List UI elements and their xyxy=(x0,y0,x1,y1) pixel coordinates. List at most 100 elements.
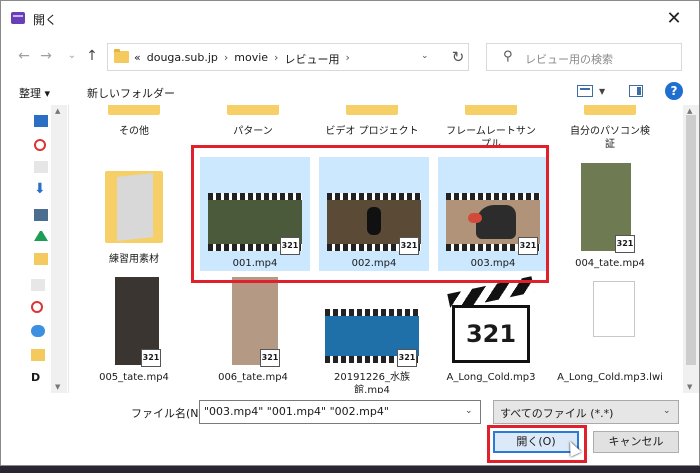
folder-icon[interactable] xyxy=(34,253,48,265)
folder-label: その他 xyxy=(119,126,149,137)
help-icon[interactable]: ? xyxy=(665,82,683,100)
desktop-icon[interactable] xyxy=(34,115,48,127)
scroll-down-icon[interactable]: ▼ xyxy=(687,383,692,391)
folder-label: ビデオ プロジェクト xyxy=(325,126,419,137)
open-button[interactable]: 開く(O) xyxy=(493,431,579,453)
chevron-down-icon[interactable]: ⌄ xyxy=(421,51,435,61)
folder-icon[interactable] xyxy=(31,279,45,291)
bird-silhouette xyxy=(367,207,381,235)
video-item[interactable]: 321 001.mp4 xyxy=(200,157,310,271)
badge-text: 321 xyxy=(519,241,537,250)
recent-locations-icon[interactable]: ⌄ xyxy=(63,45,81,67)
back-arrow-icon[interactable]: ← xyxy=(15,45,33,67)
folder-item[interactable]: パターン xyxy=(198,105,308,145)
folder-preview xyxy=(117,173,153,241)
file-label: 005_tate.mp4 xyxy=(99,372,169,383)
breadcrumb-prefix[interactable]: « xyxy=(134,51,141,67)
folder-item[interactable]: その他 xyxy=(79,105,189,145)
onedrive-icon[interactable] xyxy=(31,325,45,337)
navigation-scrollbar[interactable]: ▲ ▼ xyxy=(51,105,67,393)
chevron-right-icon[interactable]: › xyxy=(224,51,228,67)
badge-text: 321 xyxy=(281,241,299,250)
breadcrumb-item[interactable]: レビュー用 xyxy=(284,51,339,67)
scroll-down-icon[interactable]: ▼ xyxy=(55,383,60,391)
drive-icon[interactable]: D xyxy=(31,371,45,384)
folder-item[interactable]: 自分のパソコン検証 xyxy=(555,105,665,153)
chevron-down-icon[interactable]: ⌄ xyxy=(465,406,473,416)
filmstrip xyxy=(208,193,302,200)
filename-input[interactable]: "003.mp4" "001.mp4" "002.mp4" xyxy=(199,400,481,424)
folder-item[interactable]: ビデオ プロジェクト xyxy=(317,105,427,145)
preview-pane-icon[interactable] xyxy=(629,85,643,97)
video-item[interactable]: 321 006_tate.mp4 xyxy=(198,275,308,393)
file-label: 004_tate.mp4 xyxy=(575,258,645,269)
new-folder-button[interactable]: 新しいフォルダー xyxy=(87,85,175,101)
search-icon: ⚲ xyxy=(503,49,513,64)
file-item[interactable]: A_Long_Cold.mp3.lwi xyxy=(555,275,665,393)
folder-label: フレームレートサンプル xyxy=(446,126,536,150)
file-label: A_Long_Cold.mp3.lwi xyxy=(557,372,663,383)
badge-text: 321 xyxy=(616,239,634,248)
video-item[interactable]: 321 20191226_水族館.mp4 xyxy=(317,275,427,393)
file-label: 003.mp4 xyxy=(470,258,516,269)
filmstrip xyxy=(327,193,421,200)
breadcrumb-item[interactable]: douga.sub.jp xyxy=(147,51,218,67)
file-list-scrollbar[interactable]: ▲ ▼ xyxy=(683,105,699,393)
cancel-button[interactable]: キャンセル xyxy=(593,431,679,453)
open-file-dialog: 開く ✕ ← → ⌄ ↑ « douga.sub.jp › movie › レビ… xyxy=(0,0,700,466)
filetype-select[interactable]: すべてのファイル (*.*) xyxy=(493,400,679,424)
up-arrow-icon[interactable]: ↑ xyxy=(83,45,101,67)
google-drive-icon[interactable] xyxy=(34,231,48,241)
view-icon[interactable] xyxy=(577,85,593,97)
video-item[interactable]: 321 005_tate.mp4 xyxy=(79,275,189,393)
download-icon[interactable]: ⬇ xyxy=(34,182,48,196)
scroll-up-icon[interactable]: ▲ xyxy=(687,107,692,115)
player-badge-icon: 321 xyxy=(615,235,635,253)
filename-label: ファイル名(N): xyxy=(131,407,207,420)
badge-text: 321 xyxy=(400,241,418,250)
file-label: 006_tate.mp4 xyxy=(218,372,288,383)
filmstrip xyxy=(325,309,419,316)
address-bar[interactable]: « douga.sub.jp › movie › レビュー用 › xyxy=(107,43,469,71)
file-label: 001.mp4 xyxy=(232,258,278,269)
breadcrumb-item[interactable]: movie xyxy=(234,51,268,67)
title-bar: 開く ✕ xyxy=(1,1,699,37)
command-bar: 整理 ▾ 新しいフォルダー ▼ ? xyxy=(1,79,699,105)
view-dropdown-icon[interactable]: ▼ xyxy=(599,87,605,96)
close-button[interactable]: ✕ xyxy=(659,5,689,33)
file-label: 20191226_水族館.mp4 xyxy=(334,372,410,393)
creative-cloud-icon[interactable] xyxy=(34,139,46,151)
file-label: 練習用素材 xyxy=(109,254,159,265)
video-item[interactable]: 321 002.mp4 xyxy=(319,157,429,271)
chevron-right-icon[interactable]: › xyxy=(345,51,349,67)
chevron-right-icon[interactable]: › xyxy=(274,51,278,67)
folder-icon xyxy=(584,105,636,115)
file-label: A_Long_Cold.mp3 xyxy=(446,372,536,383)
document-icon[interactable] xyxy=(34,161,48,173)
file-list: その他 パターン ビデオ プロジェクト フレームレートサンプル 自分のパソコン検… xyxy=(69,105,683,393)
navigation-pane: ⬇ D ▲ ▼ xyxy=(1,105,69,393)
filmstrip xyxy=(446,193,540,200)
creative-cloud-icon[interactable] xyxy=(31,301,43,313)
app-icon xyxy=(11,12,25,24)
badge-text: 321 xyxy=(398,353,416,362)
search-box[interactable]: ⚲ レビュー用の検索 xyxy=(486,43,682,71)
folder-item[interactable]: フレームレートサンプル xyxy=(436,105,546,153)
player-badge-icon: 321 xyxy=(260,349,280,367)
video-item[interactable]: 321 003.mp4 xyxy=(438,157,548,271)
organize-button[interactable]: 整理 ▾ xyxy=(19,85,50,101)
window-title: 開く xyxy=(33,13,58,27)
video-item[interactable]: 321 004_tate.mp4 xyxy=(555,161,665,271)
folder-icon xyxy=(108,105,160,115)
refresh-icon[interactable]: ↻ xyxy=(447,44,469,70)
audio-item[interactable]: 321 A_Long_Cold.mp3 xyxy=(436,275,546,393)
folder-icon[interactable] xyxy=(31,349,45,361)
chevron-down-icon[interactable]: ⌄ xyxy=(663,406,671,416)
forward-arrow-icon[interactable]: → xyxy=(37,45,55,67)
scroll-up-icon[interactable]: ▲ xyxy=(55,107,60,115)
player-badge-icon: 321 xyxy=(141,349,161,367)
folder-item[interactable]: 練習用素材 xyxy=(79,161,189,271)
pictures-icon[interactable] xyxy=(34,209,48,221)
scrollbar-thumb[interactable] xyxy=(686,115,696,365)
player-badge-icon: 321 xyxy=(397,349,417,367)
